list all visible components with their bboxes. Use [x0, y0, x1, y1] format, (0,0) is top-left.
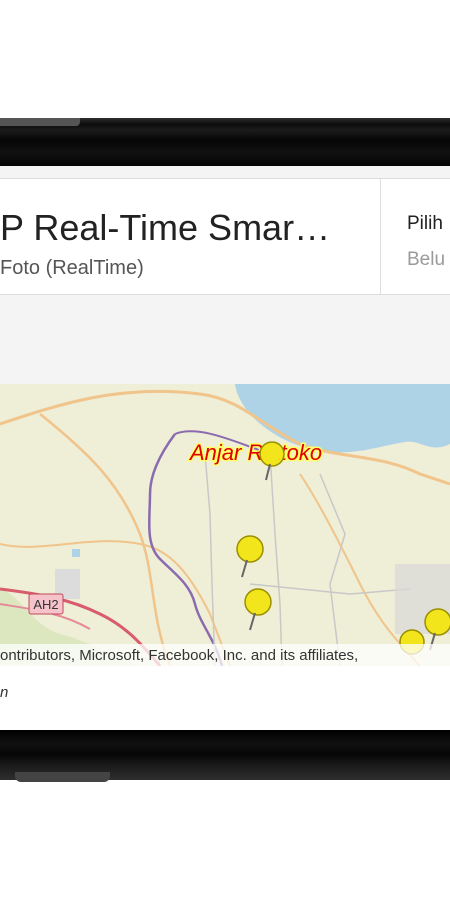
map-panel: AH2 Anjar Riptoko ontributors, Microsoft… [0, 384, 450, 734]
map-attribution: ontributors, Microsoft, Facebook, Inc. a… [0, 644, 450, 666]
app-header-card: P Real-Time Smar… Foto (RealTime) Pilih … [0, 178, 450, 295]
map-svg: AH2 Anjar Riptoko [0, 384, 450, 666]
status-label: Belu [407, 249, 446, 270]
phone-button [0, 118, 80, 126]
map-caption: n [0, 684, 9, 701]
place-label: Anjar Riptoko [188, 440, 322, 465]
road-label: AH2 [33, 597, 58, 612]
app-subtitle: Foto (RealTime) [0, 257, 144, 279]
choose-button[interactable]: Pilih [407, 213, 443, 235]
map-view[interactable]: AH2 Anjar Riptoko ontributors, Microsoft… [0, 384, 450, 666]
phone-button [15, 772, 110, 782]
app-screen: P Real-Time Smar… Foto (RealTime) Pilih … [0, 166, 450, 734]
map-water [72, 549, 80, 557]
app-title: P Real-Time Smar… [0, 207, 331, 248]
header-divider [380, 179, 381, 294]
